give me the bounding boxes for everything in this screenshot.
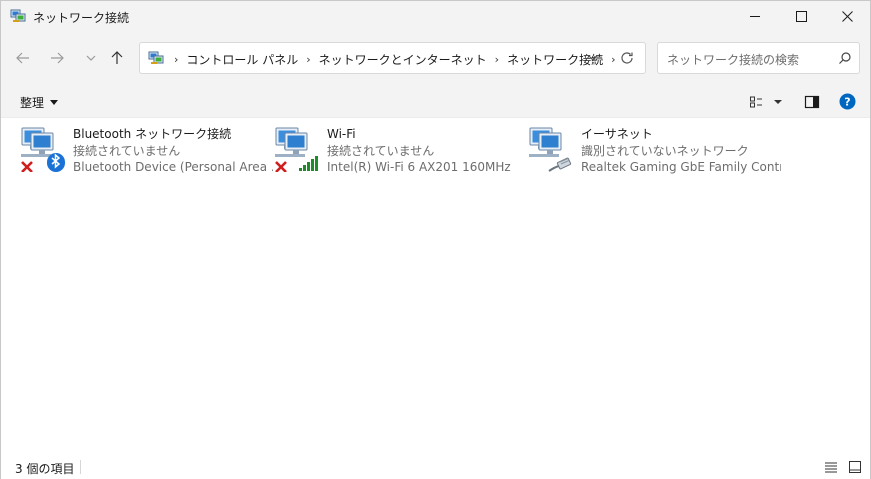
- minimize-icon: [749, 16, 760, 17]
- item-device: Realtek Gaming GbE Family Contr...: [581, 160, 781, 174]
- breadcrumb-control-panel[interactable]: コントロール パネル: [186, 51, 298, 68]
- help-icon[interactable]: ?: [839, 93, 856, 110]
- address-bar[interactable]: › コントロール パネル › ネットワークとインターネット › ネットワーク接続…: [139, 42, 646, 74]
- item-device: Bluetooth Device (Personal Area ...: [73, 160, 273, 174]
- preview-pane-icon[interactable]: [804, 94, 820, 110]
- breadcrumb-separator-icon[interactable]: ›: [495, 53, 499, 66]
- breadcrumb-separator-icon[interactable]: ›: [306, 53, 310, 66]
- address-dropdown-icon[interactable]: [586, 51, 600, 65]
- wifi-signal-icon: [299, 156, 318, 171]
- item-text: Wi-Fi 接続されていません Intel(R) Wi-Fi 6 AX201 1…: [327, 126, 527, 176]
- item-status: 接続されていません: [73, 143, 181, 158]
- list-item[interactable]: イーサネット 識別されていないネットワーク Realtek Gaming GbE…: [527, 124, 781, 178]
- large-icons-view-icon[interactable]: [848, 460, 862, 474]
- network-adapter-icon: [529, 127, 572, 172]
- disconnected-x-icon: [21, 161, 33, 172]
- search-placeholder[interactable]: ネットワーク接続の検索: [667, 51, 799, 68]
- item-status: 識別されていないネットワーク: [581, 143, 749, 158]
- item-text: イーサネット 識別されていないネットワーク Realtek Gaming GbE…: [581, 126, 781, 176]
- item-status: 接続されていません: [327, 143, 435, 158]
- refresh-icon[interactable]: [619, 50, 635, 66]
- maximize-icon: [795, 11, 807, 22]
- status-divider: [80, 460, 81, 474]
- item-device: Intel(R) Wi-Fi 6 AX201 160MHz: [327, 160, 511, 174]
- arrow-right-icon: [51, 52, 64, 64]
- item-text: Bluetooth ネットワーク接続 接続されていません Bluetooth D…: [73, 126, 273, 176]
- item-name: Wi-Fi: [327, 127, 356, 141]
- file-list: Bluetooth ネットワーク接続 接続されていません Bluetooth D…: [1, 118, 870, 455]
- organize-label[interactable]: 整理: [20, 94, 44, 111]
- item-name: イーサネット: [581, 127, 653, 141]
- navigation-bar: › コントロール パネル › ネットワークとインターネット › ネットワーク接続…: [1, 32, 870, 86]
- search-box[interactable]: ネットワーク接続の検索: [657, 42, 860, 74]
- status-bar: 3 個の項目: [1, 455, 870, 479]
- disconnected-x-icon: [275, 161, 287, 172]
- command-bar: 整理 ?: [1, 86, 870, 118]
- window-title: ネットワーク接続: [33, 11, 130, 25]
- maximize-button[interactable]: [778, 1, 824, 32]
- list-item[interactable]: Wi-Fi 接続されていません Intel(R) Wi-Fi 6 AX201 1…: [273, 124, 523, 178]
- ethernet-cable-icon: [548, 157, 572, 172]
- organize-menu[interactable]: 整理: [20, 94, 59, 111]
- arrow-left-icon: [16, 52, 29, 64]
- up-button[interactable]: [105, 46, 129, 70]
- caret-down-icon[interactable]: [772, 96, 784, 108]
- title-bar: ネットワーク接続: [1, 1, 870, 32]
- arrow-up-icon: [111, 51, 123, 64]
- explorer-window: ネットワーク接続 › コントロール パネル › ネットワークとインターネット ›…: [0, 0, 871, 479]
- chevron-down-icon: [86, 55, 96, 61]
- network-connections-icon: [10, 9, 26, 22]
- search-icon[interactable]: [838, 51, 852, 65]
- close-icon: [841, 11, 853, 22]
- network-adapter-icon: [275, 127, 318, 172]
- details-view-icon[interactable]: [824, 461, 838, 473]
- breadcrumb-separator-icon[interactable]: ›: [611, 53, 615, 66]
- caret-down-icon: [50, 99, 59, 105]
- breadcrumb-network-and-internet[interactable]: ネットワークとインターネット: [319, 51, 487, 68]
- forward-button[interactable]: [45, 46, 69, 70]
- minimize-button[interactable]: [732, 1, 778, 32]
- control-panel-icon: [148, 51, 164, 64]
- item-name: Bluetooth ネットワーク接続: [73, 127, 232, 141]
- svg-text:?: ?: [844, 96, 850, 109]
- item-count: 3 個の項目: [15, 462, 75, 476]
- recent-locations-button[interactable]: [79, 46, 103, 70]
- breadcrumb: › コントロール パネル › ネットワークとインターネット › ネットワーク接続…: [168, 51, 623, 68]
- bluetooth-icon: [47, 153, 65, 172]
- close-button[interactable]: [824, 1, 870, 32]
- view-options-icon[interactable]: [749, 94, 765, 110]
- back-button[interactable]: [11, 46, 35, 70]
- list-item[interactable]: Bluetooth ネットワーク接続 接続されていません Bluetooth D…: [19, 124, 273, 178]
- breadcrumb-separator-icon[interactable]: ›: [174, 53, 178, 66]
- network-adapter-icon: [21, 127, 65, 172]
